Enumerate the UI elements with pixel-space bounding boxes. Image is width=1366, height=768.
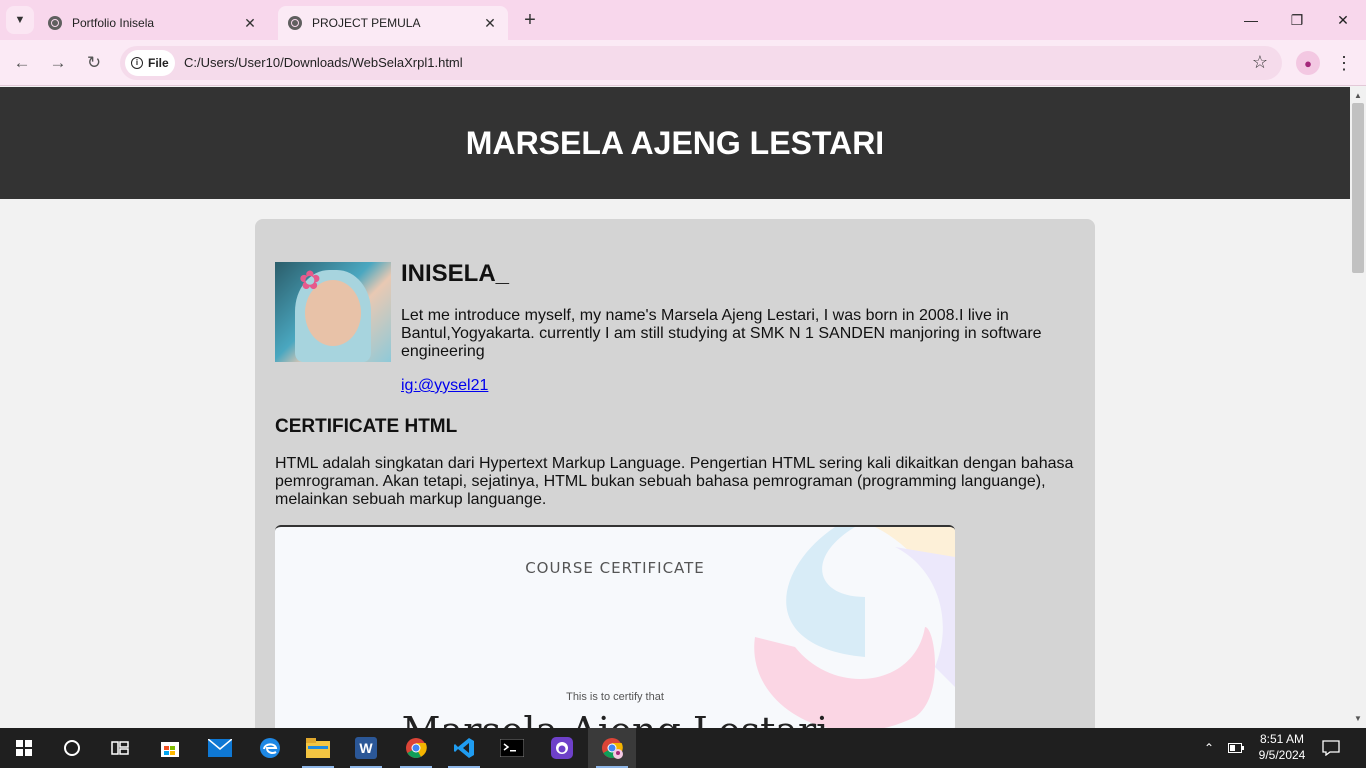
cortana-icon: [64, 740, 80, 756]
windows-logo-icon: [16, 740, 32, 756]
edge-button[interactable]: [246, 728, 294, 768]
terminal-icon: [500, 739, 524, 757]
scroll-up-icon[interactable]: ▲: [1350, 89, 1366, 103]
profile-intro: Let me introduce myself, my name's Marse…: [401, 307, 1042, 360]
arrow-left-icon: ←: [13, 53, 31, 72]
certificate-label: COURSE CERTIFICATE: [525, 559, 705, 577]
close-window-button[interactable]: ✕: [1320, 0, 1366, 40]
certificate-heading: CERTIFICATE HTML: [275, 416, 458, 437]
page-title: MARSELA AJENG LESTARI: [465, 124, 885, 161]
terminal-button[interactable]: [488, 728, 536, 768]
certificate-certify-text: This is to certify that: [566, 691, 664, 703]
flower-icon: ✿: [299, 265, 321, 295]
info-icon: i: [131, 57, 143, 69]
certificate-recipient: Marsela Ajeng Lestari: [275, 709, 955, 728]
mail-button[interactable]: [196, 728, 244, 768]
battery-icon[interactable]: [1228, 728, 1248, 768]
restore-button[interactable]: ❐: [1274, 0, 1320, 40]
minimize-button[interactable]: —: [1228, 0, 1274, 40]
show-hidden-icons-button[interactable]: ⌃: [1204, 728, 1222, 768]
scroll-thumb[interactable]: [1352, 103, 1364, 273]
reload-icon: ↻: [86, 53, 102, 72]
address-bar[interactable]: i File C:/Users/User10/Downloads/WebSela…: [120, 46, 1282, 80]
back-button[interactable]: ←: [9, 50, 35, 76]
tab-strip: ▼ Portfolio Inisela ✕ PROJECT PEMULA ✕ +…: [0, 0, 1366, 40]
certificate-image: COURSE CERTIFICATE This is to certify th…: [275, 525, 955, 728]
chevron-up-icon: ⌃: [1204, 741, 1215, 755]
browser-toolbar: ← → ↻ i File C:/Users/User10/Downloads/W…: [0, 40, 1366, 86]
chrome-icon: [406, 738, 427, 759]
profile-card: ✿ INISELA_ Let me introduce myself, my n…: [255, 219, 1095, 728]
edge-icon: [260, 738, 280, 758]
globe-icon: [48, 16, 62, 30]
windows-taskbar: W ⌃ 8:51 AM 9/5/2024: [0, 728, 1366, 768]
profile-username: INISELA_: [401, 260, 510, 287]
notification-icon: [1322, 740, 1340, 756]
close-tab-icon[interactable]: ✕: [482, 15, 498, 32]
new-tab-button[interactable]: +: [518, 8, 542, 32]
word-icon: W: [355, 737, 377, 759]
tab-search-button[interactable]: ▼: [6, 6, 34, 34]
cortana-button[interactable]: [48, 728, 96, 768]
chrome-profile-icon: [602, 738, 623, 759]
tab-portfolio[interactable]: Portfolio Inisela ✕: [38, 6, 268, 40]
scroll-down-icon[interactable]: ▼: [1350, 712, 1366, 726]
forward-button[interactable]: →: [45, 50, 71, 76]
chrome-button[interactable]: [392, 728, 440, 768]
tab-title: PROJECT PEMULA: [312, 16, 421, 30]
task-view-button[interactable]: [96, 728, 144, 768]
chevron-down-icon: ▼: [14, 14, 26, 26]
notifications-button[interactable]: [1322, 728, 1344, 768]
tab-title: Portfolio Inisela: [72, 16, 155, 30]
profile-avatar-icon[interactable]: ●: [1296, 51, 1320, 75]
page-header: MARSELA AJENG LESTARI: [0, 87, 1350, 199]
start-button[interactable]: [0, 728, 48, 768]
arrow-right-icon: →: [49, 53, 67, 72]
store-button[interactable]: [146, 728, 194, 768]
task-view-icon: [111, 741, 129, 755]
store-icon: [161, 742, 179, 757]
certificate-description: HTML adalah singkatan dari Hypertext Mar…: [275, 455, 1074, 508]
chrome-profile-button[interactable]: [588, 728, 636, 768]
browser-menu-icon[interactable]: ⋮: [1334, 50, 1354, 76]
tab-project-pemula[interactable]: PROJECT PEMULA ✕: [278, 6, 508, 40]
github-desktop-button[interactable]: [538, 728, 586, 768]
vscode-button[interactable]: [440, 728, 488, 768]
system-clock[interactable]: 8:51 AM 9/5/2024: [1252, 731, 1312, 763]
page-viewport: MARSELA AJENG LESTARI ✿ INISELA_ Let me …: [0, 87, 1350, 728]
site-info-chip[interactable]: i File: [125, 50, 175, 76]
scheme-label: File: [148, 56, 169, 70]
instagram-link[interactable]: ig:@yysel21: [401, 377, 488, 395]
clock-date: 9/5/2024: [1258, 748, 1306, 762]
close-tab-icon[interactable]: ✕: [242, 15, 258, 32]
reload-button[interactable]: ↻: [81, 50, 107, 76]
bookmark-star-icon[interactable]: ☆: [1252, 52, 1268, 73]
file-explorer-button[interactable]: [294, 728, 342, 768]
clock-time: 8:51 AM: [1259, 732, 1305, 746]
profile-photo: ✿: [275, 262, 391, 362]
page-scrollbar[interactable]: ▲ ▼: [1350, 87, 1366, 728]
vscode-icon: [454, 738, 474, 758]
mail-icon: [208, 739, 232, 757]
globe-icon: [288, 16, 302, 30]
word-button[interactable]: W: [342, 728, 390, 768]
url-text[interactable]: C:/Users/User10/Downloads/WebSelaXrpl1.h…: [184, 55, 463, 70]
github-desktop-icon: [551, 737, 573, 759]
file-explorer-icon: [306, 738, 330, 758]
